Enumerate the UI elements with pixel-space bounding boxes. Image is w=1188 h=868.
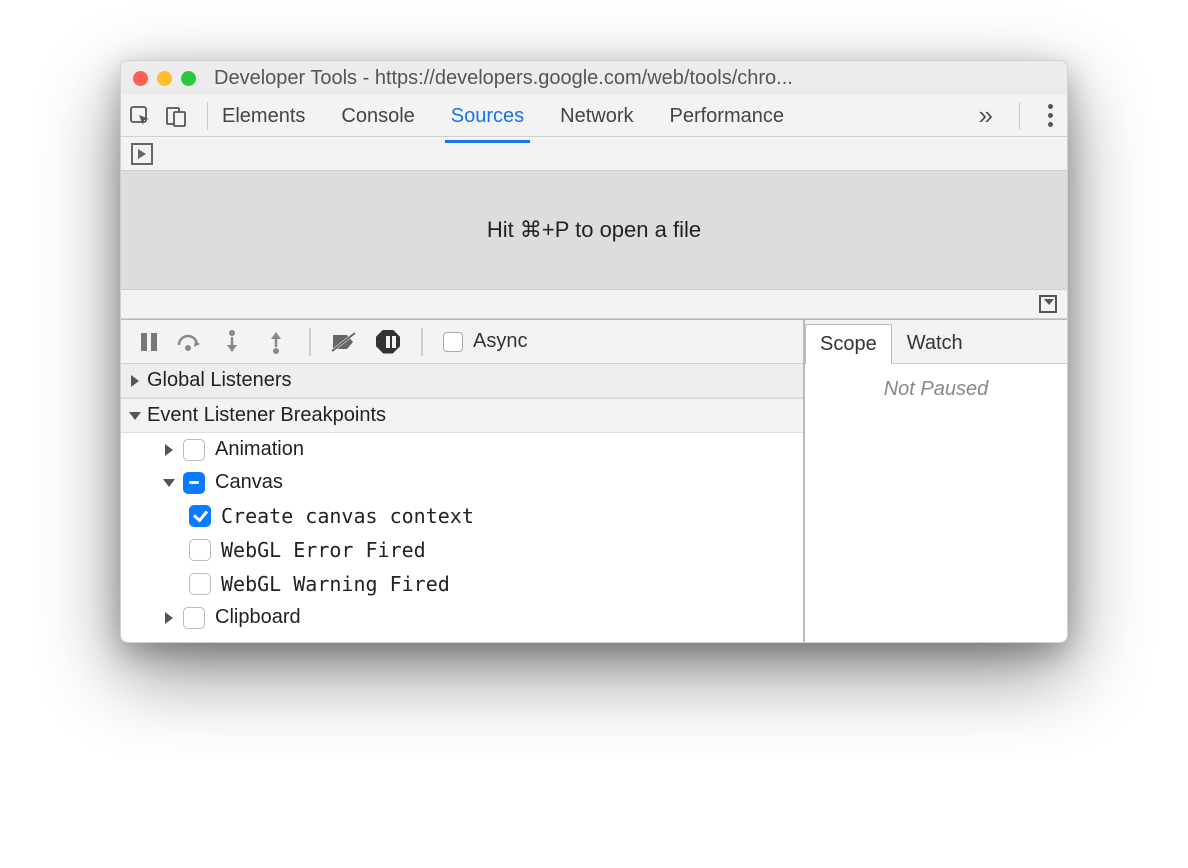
- inspect-element-icon[interactable]: [129, 105, 151, 127]
- checkbox[interactable]: [189, 573, 211, 595]
- tab-elements[interactable]: Elements: [218, 97, 309, 134]
- devtools-tabbar: Elements Console Sources Network Perform…: [121, 95, 1067, 137]
- async-label: Async: [473, 330, 527, 353]
- checkbox-checked[interactable]: [189, 505, 211, 527]
- overflow-tabs-button[interactable]: »: [975, 100, 997, 131]
- checkbox[interactable]: [183, 439, 205, 461]
- disclosure-triangle-icon: [165, 612, 173, 624]
- separator: [421, 328, 423, 356]
- async-checkbox[interactable]: [443, 332, 463, 352]
- section-global-listeners[interactable]: Global Listeners: [121, 364, 803, 398]
- category-label: Animation: [215, 438, 304, 461]
- settings-menu-button[interactable]: [1042, 104, 1059, 127]
- category-canvas[interactable]: Canvas: [121, 466, 803, 499]
- category-animation[interactable]: Animation: [121, 433, 803, 466]
- tab-watch[interactable]: Watch: [892, 323, 978, 363]
- category-label: Clipboard: [215, 606, 301, 629]
- debugger-right-pane: Scope Watch Not Paused: [805, 320, 1067, 642]
- traffic-lights: [133, 71, 196, 86]
- separator: [207, 102, 208, 130]
- checkbox-indeterminate[interactable]: [183, 472, 205, 494]
- breakpoint-label: WebGL Warning Fired: [221, 572, 450, 596]
- disclosure-triangle-icon: [165, 444, 173, 456]
- tab-performance[interactable]: Performance: [666, 97, 789, 134]
- navigator-toggle-icon[interactable]: [131, 143, 153, 165]
- breakpoint-webgl-error-fired[interactable]: WebGL Error Fired: [121, 533, 803, 567]
- disclosure-triangle-icon: [129, 412, 141, 420]
- pause-script-button[interactable]: [131, 329, 157, 355]
- step-over-button[interactable]: [175, 329, 201, 355]
- breakpoint-label: WebGL Error Fired: [221, 538, 426, 562]
- debugger-toolbar: Async: [121, 320, 803, 364]
- checkbox[interactable]: [183, 607, 205, 629]
- step-out-button[interactable]: [263, 329, 289, 355]
- panel-tabs: Elements Console Sources Network Perform…: [218, 97, 788, 134]
- step-into-button[interactable]: [219, 329, 245, 355]
- debugger-area: Async Global Listeners Event Listener Br…: [121, 319, 1067, 642]
- disclosure-triangle-icon: [131, 375, 139, 387]
- devtools-window: Developer Tools - https://developers.goo…: [120, 60, 1068, 643]
- breakpoints-tree: Global Listeners Event Listener Breakpoi…: [121, 364, 803, 642]
- breakpoint-webgl-warning-fired[interactable]: WebGL Warning Fired: [121, 567, 803, 601]
- disclosure-triangle-icon: [163, 479, 175, 487]
- debugger-left-pane: Async Global Listeners Event Listener Br…: [121, 320, 805, 642]
- tab-scope[interactable]: Scope: [805, 324, 892, 364]
- scope-pane-body: Not Paused: [805, 364, 1067, 415]
- window-titlebar: Developer Tools - https://developers.goo…: [121, 61, 1067, 95]
- category-clipboard[interactable]: Clipboard: [121, 601, 803, 634]
- toggle-drawer-icon[interactable]: [1039, 295, 1057, 313]
- window-title: Developer Tools - https://developers.goo…: [204, 67, 1055, 90]
- pause-on-exceptions-button[interactable]: [375, 329, 401, 355]
- category-label: Canvas: [215, 471, 283, 494]
- open-file-hint: Hit ⌘+P to open a file: [487, 217, 701, 243]
- tab-console[interactable]: Console: [337, 97, 418, 134]
- empty-editor-hint-area: Hit ⌘+P to open a file: [121, 171, 1067, 289]
- close-window-button[interactable]: [133, 71, 148, 86]
- right-pane-tabs: Scope Watch: [805, 320, 1067, 364]
- separator: [1019, 102, 1020, 130]
- editor-footer-bar: [121, 289, 1067, 319]
- breakpoint-label: Create canvas context: [221, 504, 474, 528]
- separator: [309, 328, 311, 356]
- tab-sources[interactable]: Sources: [447, 97, 528, 134]
- minimize-window-button[interactable]: [157, 71, 172, 86]
- deactivate-breakpoints-button[interactable]: [331, 329, 357, 355]
- device-toolbar-icon[interactable]: [165, 105, 187, 127]
- checkbox[interactable]: [189, 539, 211, 561]
- section-label: Global Listeners: [147, 369, 292, 392]
- section-event-listener-breakpoints[interactable]: Event Listener Breakpoints: [121, 398, 803, 433]
- tab-network[interactable]: Network: [556, 97, 637, 134]
- breakpoint-create-canvas-context[interactable]: Create canvas context: [121, 499, 803, 533]
- section-label: Event Listener Breakpoints: [147, 404, 386, 427]
- fullscreen-window-button[interactable]: [181, 71, 196, 86]
- async-toggle[interactable]: Async: [443, 330, 527, 353]
- sources-subtoolbar: [121, 137, 1067, 171]
